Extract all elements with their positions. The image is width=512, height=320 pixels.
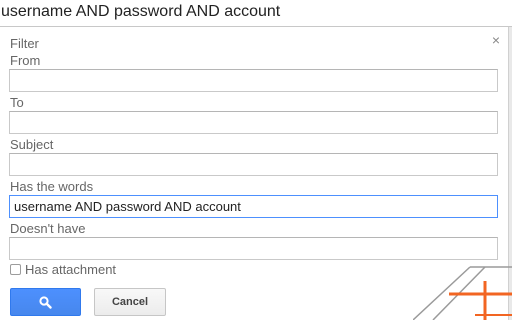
- has-attachment-checkbox[interactable]: [10, 264, 21, 275]
- doesnt-have-field[interactable]: [9, 237, 498, 260]
- search-query-text[interactable]: username AND password AND account: [1, 3, 280, 21]
- close-icon[interactable]: ×: [489, 33, 503, 47]
- cancel-button[interactable]: Cancel: [94, 288, 166, 316]
- subject-label: Subject: [10, 137, 54, 152]
- search-icon: [39, 295, 52, 309]
- has-attachment-label[interactable]: Has attachment: [25, 262, 116, 277]
- to-field[interactable]: [9, 111, 498, 134]
- subject-field[interactable]: [9, 153, 498, 176]
- watermark-logo: [413, 266, 512, 320]
- has-words-field[interactable]: [9, 195, 498, 218]
- from-field[interactable]: [9, 69, 498, 92]
- from-label: From: [10, 53, 41, 68]
- filter-heading: Filter: [10, 36, 39, 51]
- doesnt-have-label: Doesn't have: [10, 221, 86, 236]
- search-bar[interactable]: username AND password AND account: [0, 0, 512, 27]
- has-words-label: Has the words: [10, 179, 94, 194]
- search-button[interactable]: [10, 288, 81, 316]
- has-attachment-row[interactable]: Has attachment: [10, 262, 116, 277]
- to-label: To: [10, 95, 24, 110]
